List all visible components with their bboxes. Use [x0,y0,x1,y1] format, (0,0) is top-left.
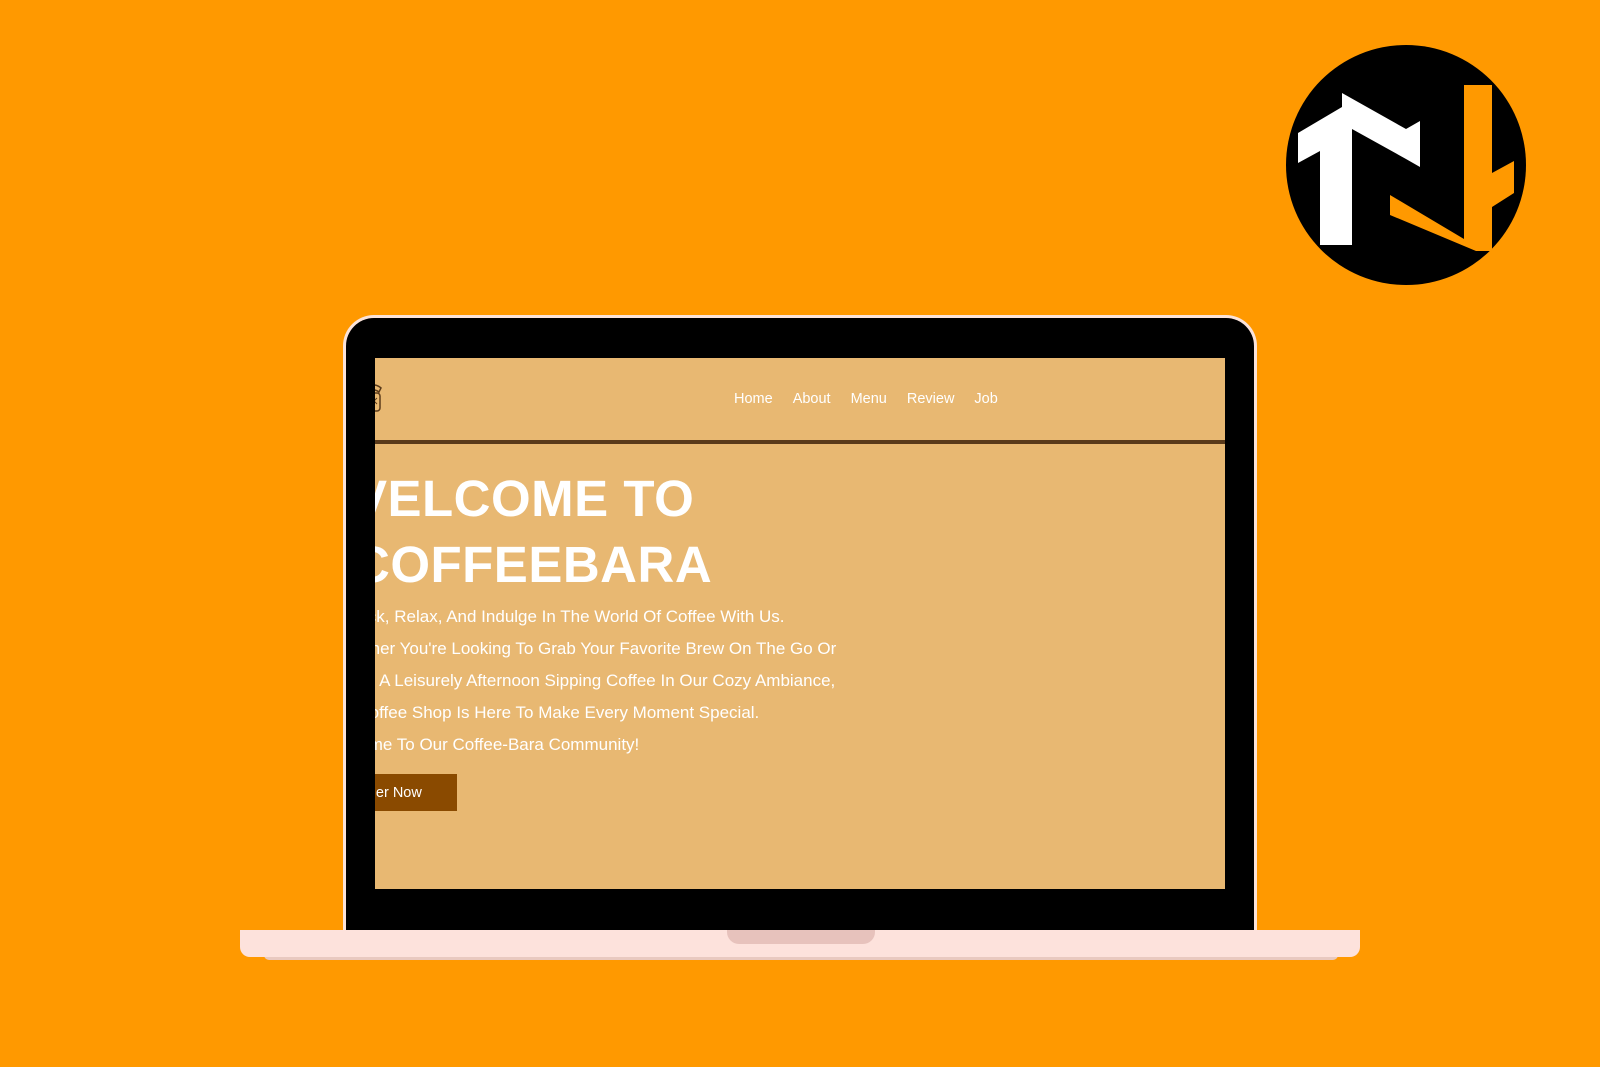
nav-divider [375,440,1225,444]
brand-logo-icon [1286,45,1526,285]
hero-line-1: Back, Relax, And Indulge In The World Of… [375,607,785,626]
hero-description: Back, Relax, And Indulge In The World Of… [375,601,836,761]
hero-title: VELCOME TO COFFEEBARA [375,466,712,598]
order-now-button[interactable]: rder Now [375,774,457,811]
hero-line-2: hether You're Looking To Grab Your Favor… [375,639,837,658]
hero-line-3: end A Leisurely Afternoon Sipping Coffee… [375,671,836,690]
coffee-cup-icon[interactable] [375,378,383,418]
nav-review[interactable]: Review [907,391,955,407]
nav-links: Home About Menu Review Job [734,391,1018,407]
nav-job[interactable]: Job [974,391,997,407]
nav-menu[interactable]: Menu [851,391,887,407]
laptop-notch [727,930,875,944]
hero-line-4: r Coffee Shop Is Here To Make Every Mome… [375,703,760,722]
stage: Home About Menu Review Job VELCOME TO CO… [0,0,1600,1067]
site-navbar: Home About Menu Review Job [375,358,1225,440]
hero-title-line1: VELCOME TO [375,470,695,527]
nav-about[interactable]: About [793,391,831,407]
hero-line-5: lcome To Our Coffee-Bara Community! [375,735,640,754]
hero-title-line2: COFFEEBARA [375,536,713,593]
nav-home[interactable]: Home [734,391,773,407]
website-screen: Home About Menu Review Job VELCOME TO CO… [375,358,1225,889]
